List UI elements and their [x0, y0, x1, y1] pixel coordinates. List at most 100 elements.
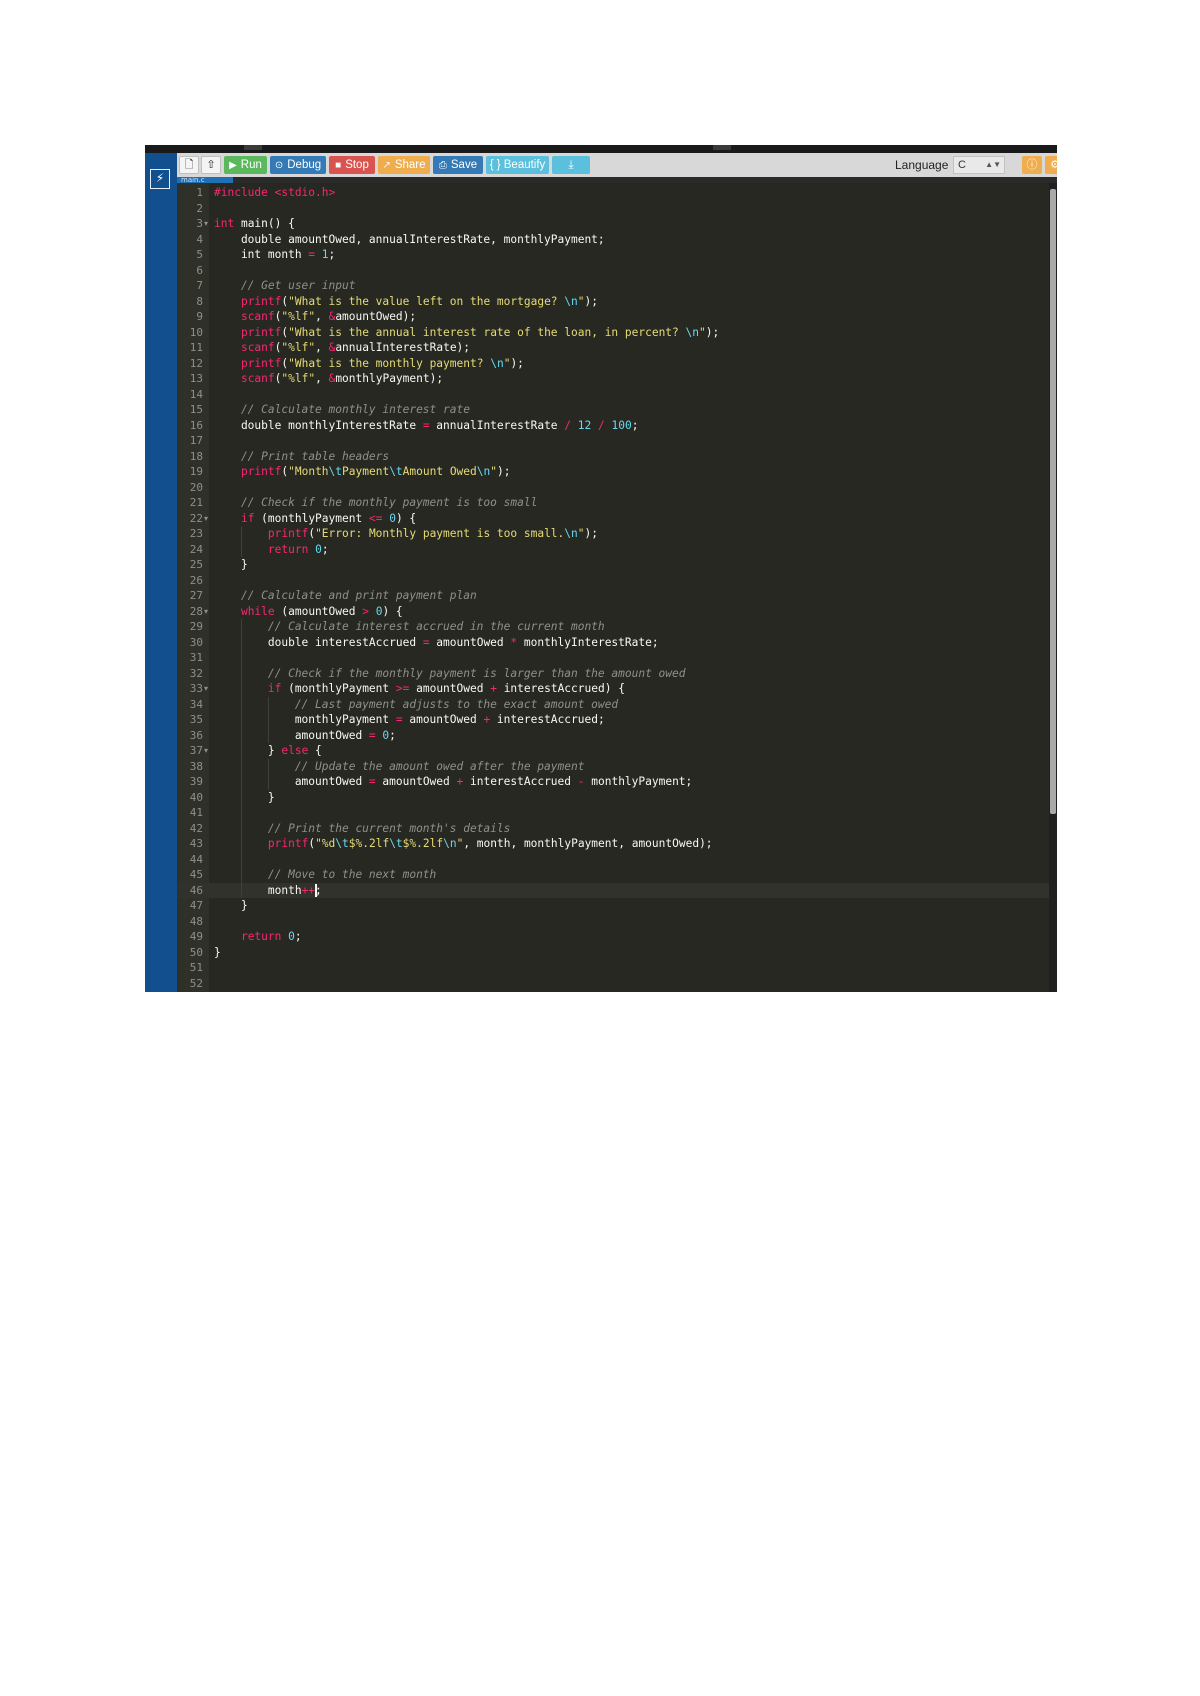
run-button[interactable]: ▶ Run: [224, 156, 267, 174]
line-number: 11: [189, 341, 203, 354]
code-line-6[interactable]: 6: [177, 263, 1049, 279]
code-token: // Calculate interest accrued in the cur…: [214, 620, 605, 633]
language-select[interactable]: C ▲▼: [953, 156, 1005, 174]
code-line-52[interactable]: 52: [177, 976, 1049, 992]
code-line-4[interactable]: 4 double amountOwed, annualInterestRate,…: [177, 232, 1049, 248]
code-line-45[interactable]: 45 // Move to the next month: [177, 867, 1049, 883]
line-number: 22: [189, 511, 203, 525]
line-number: 3: [196, 217, 203, 230]
line-number: 26: [189, 573, 203, 587]
code-line-18[interactable]: 18 // Print table headers: [177, 449, 1049, 465]
code-token: ": [699, 325, 706, 339]
code-token: }: [214, 899, 248, 912]
code-line-33[interactable]: 33 ▾ if (monthlyPayment >= amountOwed + i…: [177, 681, 1049, 697]
line-number: 16: [189, 418, 203, 432]
stop-button[interactable]: ■ Stop: [329, 156, 375, 174]
code-line-46[interactable]: 46 month++;: [177, 882, 1049, 898]
fold-arrow-icon[interactable]: ▾: [204, 681, 208, 697]
beautify-button[interactable]: { } Beautify: [486, 156, 549, 174]
code-line-37[interactable]: 37 ▾ } else {: [177, 743, 1049, 759]
code-line-2[interactable]: 2: [177, 201, 1049, 217]
fold-arrow-icon[interactable]: ▾: [204, 511, 208, 527]
code-line-28[interactable]: 28 ▾ while (amountOwed > 0) {: [177, 604, 1049, 620]
code-line-24[interactable]: 24 return 0;: [177, 542, 1049, 558]
code-line-19[interactable]: 19 printf("Month\tPayment\tAmount Owed\n…: [177, 464, 1049, 480]
code-line-44[interactable]: 44: [177, 852, 1049, 868]
code-line-49[interactable]: 49 return 0;: [177, 929, 1049, 945]
code-line-43[interactable]: 43 printf("%d\t$%.2lf\t$%.2lf\n", month,…: [177, 836, 1049, 852]
code-line-50[interactable]: 50}: [177, 945, 1049, 961]
code-line-15[interactable]: 15 // Calculate monthly interest rate: [177, 402, 1049, 418]
lightning-logo-icon[interactable]: ⚡: [150, 169, 170, 189]
code-line-51[interactable]: 51: [177, 960, 1049, 976]
code-token: printf: [240, 356, 282, 370]
code-token: ": [490, 465, 497, 478]
line-number: 35: [189, 713, 203, 726]
code-token: if: [267, 682, 282, 695]
code-line-14[interactable]: 14: [177, 387, 1049, 403]
code-line-41[interactable]: 41: [177, 805, 1049, 821]
code-line-1[interactable]: 1 #include <stdio.h>: [177, 185, 1049, 201]
line-number: 47: [189, 899, 203, 912]
line-number: 24: [189, 542, 203, 556]
code-token: interestAccrued) {: [496, 682, 625, 695]
code-line-35[interactable]: 35 monthlyPayment = amountOwed + interes…: [177, 712, 1049, 728]
code-line-16[interactable]: 16 double monthlyInterestRate = annualIn…: [177, 418, 1049, 434]
code-text: }: [214, 898, 248, 914]
code-line-23[interactable]: 23 printf("Error: Monthly payment is too…: [177, 526, 1049, 542]
code-line-40[interactable]: 40 }: [177, 790, 1049, 806]
line-number: 50: [189, 945, 203, 959]
fold-arrow-icon[interactable]: ▾: [204, 604, 208, 620]
code-token: annualInterestRate);: [335, 341, 471, 354]
fold-arrow-icon[interactable]: ▾: [204, 216, 208, 232]
code-token: main() {: [234, 217, 295, 230]
fold-arrow-icon[interactable]: ▾: [204, 743, 208, 759]
code-line-34[interactable]: 34 // Last payment adjusts to the exact …: [177, 697, 1049, 713]
code-token: }: [214, 790, 275, 804]
vertical-scrollbar[interactable]: [1049, 183, 1057, 992]
new-file-icon[interactable]: 🗋: [179, 156, 199, 174]
code-line-31[interactable]: 31: [177, 650, 1049, 666]
code-line-3[interactable]: 3 ▾ int main() {: [177, 216, 1049, 232]
code-line-11[interactable]: 11 scanf("%lf", &annualInterestRate);: [177, 340, 1049, 356]
code-line-29[interactable]: 29 // Calculate interest accrued in the …: [177, 619, 1049, 635]
code-line-8[interactable]: 8 printf("What is the value left on the …: [177, 294, 1049, 310]
code-line-39[interactable]: 39 amountOwed = amountOwed + interestAcc…: [177, 774, 1049, 790]
code-token: printf: [267, 527, 309, 540]
code-token: return: [267, 542, 309, 556]
scrollbar-thumb[interactable]: [1050, 189, 1056, 814]
code-line-21[interactable]: 21 // Check if the monthly payment is to…: [177, 495, 1049, 511]
debug-button[interactable]: ⊙ Debug: [270, 156, 326, 174]
download-button[interactable]: ⤓: [552, 156, 590, 174]
code-line-22[interactable]: 22 ▾ if (monthlyPayment <= 0) {: [177, 511, 1049, 527]
code-line-10[interactable]: 10 printf("What is the annual interest r…: [177, 325, 1049, 341]
code-line-48[interactable]: 48: [177, 914, 1049, 930]
code-line-12[interactable]: 12 printf("What is the monthly payment? …: [177, 356, 1049, 372]
share-button[interactable]: ↗ Share: [378, 156, 430, 174]
code-line-20[interactable]: 20: [177, 480, 1049, 496]
code-text: scanf("%lf", &monthlyPayment);: [214, 371, 443, 387]
code-line-27[interactable]: 27 // Calculate and print payment plan: [177, 588, 1049, 604]
code-line-17[interactable]: 17: [177, 433, 1049, 449]
line-number: 30: [189, 635, 203, 649]
code-token: int month: [214, 248, 309, 261]
settings-icon[interactable]: ⚙: [1045, 156, 1057, 174]
code-line-38[interactable]: 38 // Update the amount owed after the p…: [177, 759, 1049, 775]
info-icon[interactable]: ⓘ: [1022, 156, 1042, 174]
code-line-7[interactable]: 7 // Get user input: [177, 278, 1049, 294]
code-line-32[interactable]: 32 // Check if the monthly payment is la…: [177, 666, 1049, 682]
code-line-9[interactable]: 9 scanf("%lf", &amountOwed);: [177, 309, 1049, 325]
code-editor[interactable]: 1 #include <stdio.h> 2 3 ▾ int main() {4 doub…: [177, 183, 1049, 992]
code-line-47[interactable]: 47 }: [177, 898, 1049, 914]
code-line-30[interactable]: 30 double interestAccrued = amountOwed *…: [177, 635, 1049, 651]
code-line-42[interactable]: 42 // Print the current month's details: [177, 821, 1049, 837]
code-line-36[interactable]: 36 amountOwed = 0;: [177, 728, 1049, 744]
code-line-13[interactable]: 13 scanf("%lf", &monthlyPayment);: [177, 371, 1049, 387]
code-line-25[interactable]: 25 }: [177, 557, 1049, 573]
code-token: double amountOwed, annualInterestRate, m…: [214, 232, 605, 246]
code-line-5[interactable]: 5 int month = 1;: [177, 247, 1049, 263]
save-button[interactable]: ⎙ Save: [433, 156, 483, 174]
code-line-26[interactable]: 26: [177, 573, 1049, 589]
upload-icon[interactable]: ⇧: [201, 156, 221, 174]
